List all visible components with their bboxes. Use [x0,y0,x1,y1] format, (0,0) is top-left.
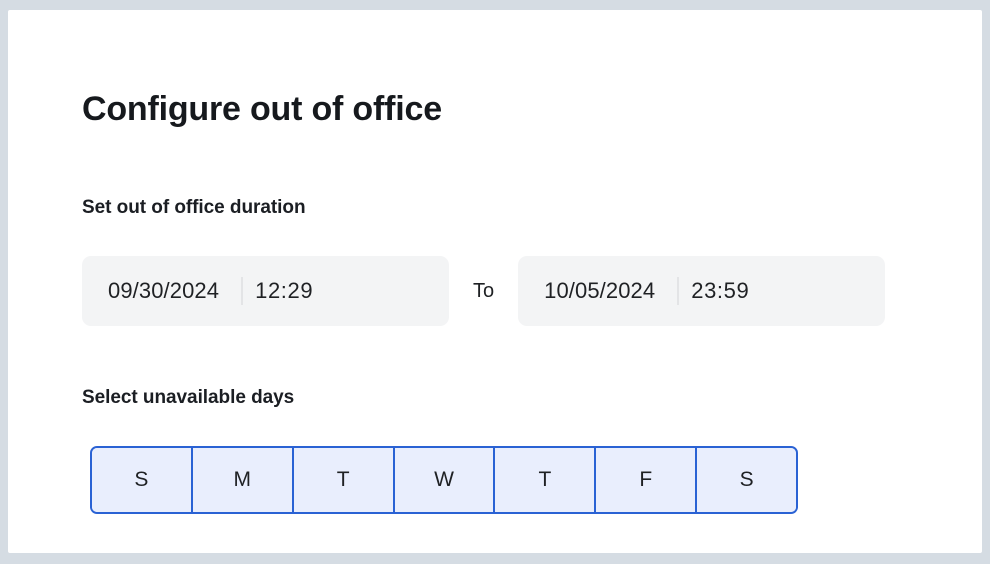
day-cell-label: T [336,468,350,491]
duration-section: Set out of office duration [82,196,306,221]
day-cell-wednesday[interactable]: W [394,448,496,512]
start-date-input[interactable]: 09/30/2024 [100,278,227,304]
day-cell-label: W [434,468,454,491]
end-date-input[interactable]: 10/05/2024 [536,278,663,304]
days-section: Select unavailable days [82,386,294,411]
start-time-input[interactable]: 12:29 [247,278,321,304]
end-time-input[interactable]: 23:59 [683,278,757,304]
day-cell-label: M [233,468,252,491]
to-separator-label: To [473,279,495,302]
day-cell-sunday[interactable]: S [92,448,193,512]
unavailable-days-selector[interactable]: S M T W T F S [90,446,798,514]
page-title: Configure out of office [82,89,442,128]
day-cell-label: S [739,468,754,491]
day-cell-label: F [639,468,653,491]
day-cell-thursday[interactable]: T [495,448,597,512]
days-section-heading: Select unavailable days [82,387,295,408]
duration-section-heading: Set out of office duration [82,197,306,218]
start-datetime-field[interactable]: 09/30/2024 12:29 [82,256,449,326]
out-of-office-card: Configure out of office Set out of offic… [8,10,982,553]
end-field-divider [677,277,680,305]
day-cell-monday[interactable]: M [192,448,294,512]
start-field-divider [241,277,244,305]
day-cell-label: S [134,468,149,491]
day-cell-tuesday[interactable]: T [293,448,395,512]
day-cell-friday[interactable]: F [596,448,698,512]
end-datetime-field[interactable]: 10/05/2024 23:59 [518,256,886,326]
duration-row: 09/30/2024 12:29 To 10/05/2024 23:59 [82,256,886,326]
day-cell-saturday[interactable]: S [697,448,796,512]
day-cell-label: T [538,468,552,491]
